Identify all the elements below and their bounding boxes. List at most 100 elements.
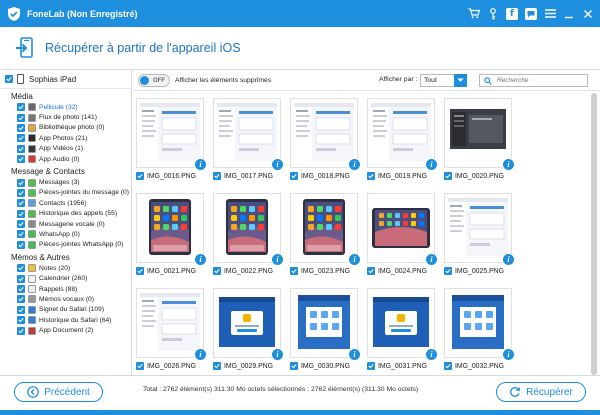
photo-thumbnail[interactable]: i IMG_0020.PNG: [444, 98, 515, 188]
chat-icon[interactable]: [523, 6, 539, 22]
sidebar-item-checkbox[interactable]: [17, 295, 25, 304]
info-icon[interactable]: i: [348, 348, 361, 361]
thumbnail-frame[interactable]: i: [444, 288, 515, 361]
thumbnail-frame[interactable]: i: [213, 288, 284, 361]
device-checkbox[interactable]: [5, 75, 13, 83]
previous-button[interactable]: Précédent: [14, 382, 103, 402]
thumbnail-frame[interactable]: i: [136, 98, 207, 171]
sidebar-item-checkbox[interactable]: [17, 155, 25, 164]
recover-button[interactable]: Récupérer: [496, 382, 586, 402]
sidebar-item[interactable]: Flux de photo (141): [0, 112, 131, 122]
thumbnail-checkbox[interactable]: [213, 267, 221, 275]
sidebar-item[interactable]: Notes (20): [0, 263, 131, 273]
photo-thumbnail[interactable]: i IMG_0025.PNG: [444, 193, 515, 283]
thumbnail-checkbox[interactable]: [290, 362, 298, 370]
thumbnail-checkbox[interactable]: [136, 172, 144, 180]
thumbnail-frame[interactable]: i: [290, 288, 361, 361]
sidebar-item[interactable]: Pièces-jointes du message (0): [0, 188, 131, 198]
sidebar-item-checkbox[interactable]: [17, 113, 25, 122]
thumbnail-checkbox[interactable]: [444, 267, 452, 275]
info-icon[interactable]: i: [194, 348, 207, 361]
sidebar-item-checkbox[interactable]: [17, 188, 25, 197]
sidebar-item-checkbox[interactable]: [17, 230, 25, 239]
info-icon[interactable]: i: [425, 158, 438, 171]
thumbnail-checkbox[interactable]: [290, 172, 298, 180]
info-icon[interactable]: i: [271, 158, 284, 171]
photo-thumbnail[interactable]: i IMG_0026.PNG: [136, 288, 207, 375]
sidebar-item[interactable]: Pellicule (32): [0, 102, 131, 112]
thumbnail-checkbox[interactable]: [367, 267, 375, 275]
sidebar-item-checkbox[interactable]: [17, 326, 25, 335]
sidebar-item[interactable]: Contacts (1956): [0, 198, 131, 208]
photo-thumbnail[interactable]: i IMG_0021.PNG: [136, 193, 207, 283]
photo-thumbnail[interactable]: i IMG_0023.PNG: [290, 193, 361, 283]
sidebar-item[interactable]: Rappels (88): [0, 284, 131, 294]
thumbnail-frame[interactable]: i: [367, 288, 438, 361]
photo-thumbnail[interactable]: i IMG_0032.PNG: [444, 288, 515, 375]
thumbnail-checkbox[interactable]: [136, 267, 144, 275]
sidebar-item[interactable]: Messages (3): [0, 177, 131, 187]
search-box[interactable]: [479, 74, 588, 87]
thumbnail-frame[interactable]: i: [290, 193, 361, 266]
sidebar-item[interactable]: App Vidéos (1): [0, 144, 131, 154]
sidebar-item-checkbox[interactable]: [17, 274, 25, 283]
thumbnail-frame[interactable]: i: [136, 193, 207, 266]
thumbnail-frame[interactable]: i: [367, 98, 438, 171]
sidebar-item-checkbox[interactable]: [17, 240, 25, 249]
info-icon[interactable]: i: [194, 158, 207, 171]
info-icon[interactable]: i: [425, 348, 438, 361]
sidebar-item-checkbox[interactable]: [17, 178, 25, 187]
sidebar-item-checkbox[interactable]: [17, 305, 25, 314]
device-row[interactable]: Sophias iPad: [0, 70, 131, 89]
photo-thumbnail[interactable]: i IMG_0022.PNG: [213, 193, 284, 283]
sidebar-item[interactable]: App Document (2): [0, 325, 131, 335]
sidebar-item-checkbox[interactable]: [17, 285, 25, 294]
sidebar-item[interactable]: Messagerie vocale (0): [0, 219, 131, 229]
thumbnail-frame[interactable]: i: [136, 288, 207, 361]
thumbnail-checkbox[interactable]: [213, 362, 221, 370]
info-icon[interactable]: i: [271, 253, 284, 266]
thumbnail-frame[interactable]: i: [444, 193, 515, 266]
thumbnail-checkbox[interactable]: [444, 362, 452, 370]
sidebar-item-checkbox[interactable]: [17, 123, 25, 132]
thumbnail-frame[interactable]: i: [290, 98, 361, 171]
photo-thumbnail[interactable]: i IMG_0031.PNG: [367, 288, 438, 375]
sidebar-item-checkbox[interactable]: [17, 220, 25, 229]
sidebar-item-checkbox[interactable]: [17, 264, 25, 273]
photo-thumbnail[interactable]: i IMG_0029.PNG: [213, 288, 284, 375]
info-icon[interactable]: i: [348, 158, 361, 171]
cart-icon[interactable]: [466, 6, 482, 22]
thumbnail-checkbox[interactable]: [367, 362, 375, 370]
sidebar-item[interactable]: App Audio (0): [0, 154, 131, 164]
minimize-icon[interactable]: [561, 6, 577, 22]
info-icon[interactable]: i: [271, 348, 284, 361]
sidebar-item[interactable]: Pièces-jointes WhatsApp (0): [0, 240, 131, 250]
sidebar-item-checkbox[interactable]: [17, 144, 25, 153]
thumbnail-frame[interactable]: i: [213, 193, 284, 266]
facebook-icon[interactable]: f: [504, 6, 520, 22]
sidebar-item[interactable]: WhatsApp (0): [0, 229, 131, 239]
search-input[interactable]: [497, 77, 583, 84]
chevron-down-icon[interactable]: [454, 73, 467, 87]
photo-thumbnail[interactable]: i IMG_0024.PNG: [367, 193, 438, 283]
menu-icon[interactable]: [542, 6, 558, 22]
thumbnail-checkbox[interactable]: [444, 172, 452, 180]
sidebar-item[interactable]: Signet du Safari (109): [0, 305, 131, 315]
sidebar-item-checkbox[interactable]: [17, 134, 25, 143]
info-icon[interactable]: i: [502, 253, 515, 266]
scrollbar-thumb[interactable]: [591, 93, 597, 375]
sidebar-item[interactable]: Historique du Safari (64): [0, 315, 131, 325]
sidebar-item[interactable]: App Photos (21): [0, 133, 131, 143]
info-icon[interactable]: i: [348, 253, 361, 266]
thumbnail-frame[interactable]: i: [213, 98, 284, 171]
photo-thumbnail[interactable]: i IMG_0019.PNG: [367, 98, 438, 188]
photo-thumbnail[interactable]: i IMG_0017.PNG: [213, 98, 284, 188]
thumbnail-frame[interactable]: i: [444, 98, 515, 171]
show-deleted-toggle[interactable]: OFF: [138, 73, 170, 87]
sidebar-item[interactable]: Bibliothèque photo (0): [0, 123, 131, 133]
sidebar-item[interactable]: Historique des appels (55): [0, 209, 131, 219]
info-icon[interactable]: i: [425, 253, 438, 266]
thumbnail-checkbox[interactable]: [290, 267, 298, 275]
sidebar-item-checkbox[interactable]: [17, 199, 25, 208]
photo-thumbnail[interactable]: i IMG_0018.PNG: [290, 98, 361, 188]
